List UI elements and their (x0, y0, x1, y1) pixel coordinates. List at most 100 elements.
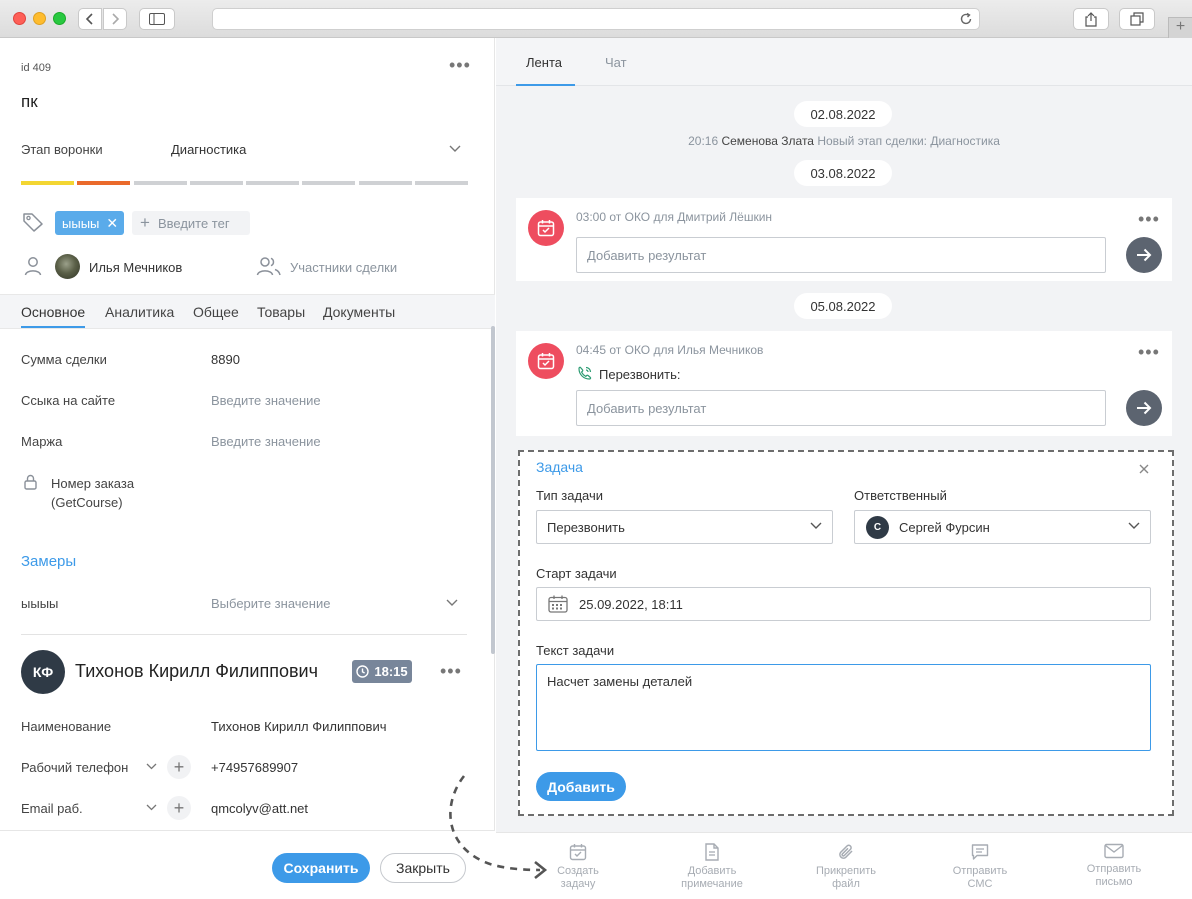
tag-input-placeholder: Введите тег (157, 215, 230, 231)
stage-segment[interactable] (246, 181, 299, 185)
event-author[interactable]: Семенова Злата (721, 134, 814, 148)
task-more-menu-icon[interactable]: ••• (1138, 210, 1160, 228)
stage-segment[interactable] (302, 181, 355, 185)
responsible-select[interactable]: С Сергей Фурсин (854, 510, 1151, 544)
stage-segment[interactable] (190, 181, 243, 185)
tag-chip: ыыыы ✕ (55, 211, 125, 235)
tab-documents[interactable]: Документы (323, 304, 395, 320)
action-label: задачу (560, 878, 596, 890)
forward-button[interactable] (103, 8, 127, 30)
task-type-select[interactable]: Перезвонить (536, 510, 833, 544)
order-number-label: Номер заказа (51, 476, 135, 491)
lock-icon (24, 474, 37, 490)
new-task-form: Задача Тип задачи Перезвонить Ответствен… (518, 450, 1174, 816)
tab-feed[interactable]: Лента (526, 55, 562, 70)
margin-field[interactable]: Введите значение (211, 434, 321, 449)
add-note-action[interactable]: Добавить примечание (657, 843, 767, 891)
contact-more-menu-icon[interactable]: ••• (440, 662, 462, 680)
tabs-overview-button[interactable] (1119, 8, 1155, 30)
new-tab-button[interactable]: + (1168, 17, 1192, 38)
chevron-down-icon[interactable] (449, 145, 461, 153)
tab-general[interactable]: Общее (193, 304, 239, 320)
add-email-button[interactable]: + (167, 796, 191, 820)
add-phone-button[interactable]: + (167, 755, 191, 779)
chevron-down-icon[interactable] (446, 599, 458, 607)
task-result-input[interactable]: Добавить результат (576, 237, 1106, 273)
sum-field[interactable]: 8890 (211, 352, 240, 367)
stage-segment[interactable] (21, 181, 74, 185)
date-separator: 02.08.2022 (794, 101, 892, 127)
stage-segment[interactable] (415, 181, 468, 185)
address-bar[interactable] (212, 8, 980, 30)
task-result-submit-button[interactable] (1126, 390, 1162, 426)
tab-chat[interactable]: Чат (605, 55, 627, 70)
task-start-datetime-input[interactable]: 25.09.2022, 18:11 (536, 587, 1151, 621)
tab-products[interactable]: Товары (257, 304, 305, 320)
email-label: Email раб. (21, 801, 83, 816)
sidebar-toggle-button[interactable] (139, 8, 175, 30)
task-more-menu-icon[interactable]: ••• (1138, 343, 1160, 361)
back-button[interactable] (78, 8, 102, 30)
stage-segment[interactable] (77, 181, 130, 185)
chevron-down-icon[interactable] (146, 804, 157, 811)
window-minimize-button[interactable] (33, 12, 46, 25)
attach-file-action[interactable]: Прикрепить файл (791, 843, 901, 891)
tab-analytics[interactable]: Аналитика (105, 304, 174, 320)
create-task-action[interactable]: Создать задачу (523, 843, 633, 891)
window-close-button[interactable] (13, 12, 26, 25)
tag-icon (23, 213, 43, 232)
task-type-label: Тип задачи (536, 488, 604, 503)
share-button[interactable] (1073, 8, 1109, 30)
stage-select[interactable]: Диагностика (171, 142, 246, 157)
contact-name-label: Наименование (21, 719, 112, 734)
responsible-name[interactable]: Илья Мечников (89, 260, 182, 275)
action-label: Прикрепить (815, 865, 877, 877)
deal-more-menu-icon[interactable]: ••• (449, 56, 471, 74)
close-icon[interactable] (1139, 464, 1149, 474)
calendar-check-icon (537, 353, 555, 370)
task-meta: 04:45 от ОКО для Илья Мечников (576, 343, 764, 357)
action-label: письмо (1095, 876, 1133, 888)
date-separator: 05.08.2022 (794, 293, 892, 319)
measurements-select[interactable]: Выберите значение (211, 596, 330, 611)
envelope-icon (1104, 843, 1124, 859)
send-sms-action[interactable]: Отправить СМС (925, 843, 1035, 891)
contact-avatar: КФ (21, 650, 65, 694)
send-email-action[interactable]: Отправить письмо (1059, 843, 1169, 889)
tag-remove-icon[interactable]: ✕ (106, 216, 118, 230)
task-result-input[interactable]: Добавить результат (576, 390, 1106, 426)
feed-actions-bar: Создать задачу Добавить примечание Прикр… (496, 832, 1192, 899)
responsible-avatar (55, 254, 80, 279)
deal-tabs: Основное Аналитика Общее Товары Документ… (0, 294, 495, 329)
paperclip-icon (839, 844, 853, 859)
add-task-button[interactable]: Добавить (536, 772, 626, 801)
link-label: Ссыка на сайте (21, 393, 116, 408)
chevron-down-icon[interactable] (146, 763, 157, 770)
participants-button[interactable]: Участники сделки (290, 260, 397, 275)
task-text-input[interactable]: Насчет замены деталей (536, 664, 1151, 751)
action-label: примечание (681, 878, 743, 890)
email-field[interactable]: qmcolyv@att.net (211, 801, 308, 816)
contact-name-field[interactable]: Тихонов Кирилл Филиппович (211, 719, 387, 734)
left-scrollbar[interactable] (491, 326, 495, 654)
phone-field[interactable]: +74957689907 (211, 760, 298, 775)
sum-label: Сумма сделки (21, 352, 107, 367)
event-text: Новый этап сделки: Диагностика (817, 134, 1000, 148)
stage-segment[interactable] (359, 181, 412, 185)
link-field[interactable]: Введите значение (211, 393, 321, 408)
stage-segment[interactable] (134, 181, 187, 185)
tab-main[interactable]: Основное (21, 304, 85, 320)
calendar-icon (569, 844, 587, 861)
tabs-icon (1130, 12, 1144, 26)
contact-time-badge: 18:15 (352, 660, 412, 683)
task-result-submit-button[interactable] (1126, 237, 1162, 273)
reload-icon[interactable] (959, 12, 973, 26)
close-button[interactable]: Закрыть (380, 853, 466, 883)
task-card: 04:45 от ОКО для Илья Мечников ••• Перез… (516, 331, 1172, 436)
tag-input[interactable]: + Введите тег (132, 211, 250, 235)
message-icon (971, 844, 989, 860)
contact-name[interactable]: Тихонов Кирилл Филиппович (75, 661, 318, 682)
window-zoom-button[interactable] (53, 12, 66, 25)
action-label: Отправить (1086, 863, 1142, 875)
save-button[interactable]: Сохранить (272, 853, 370, 883)
